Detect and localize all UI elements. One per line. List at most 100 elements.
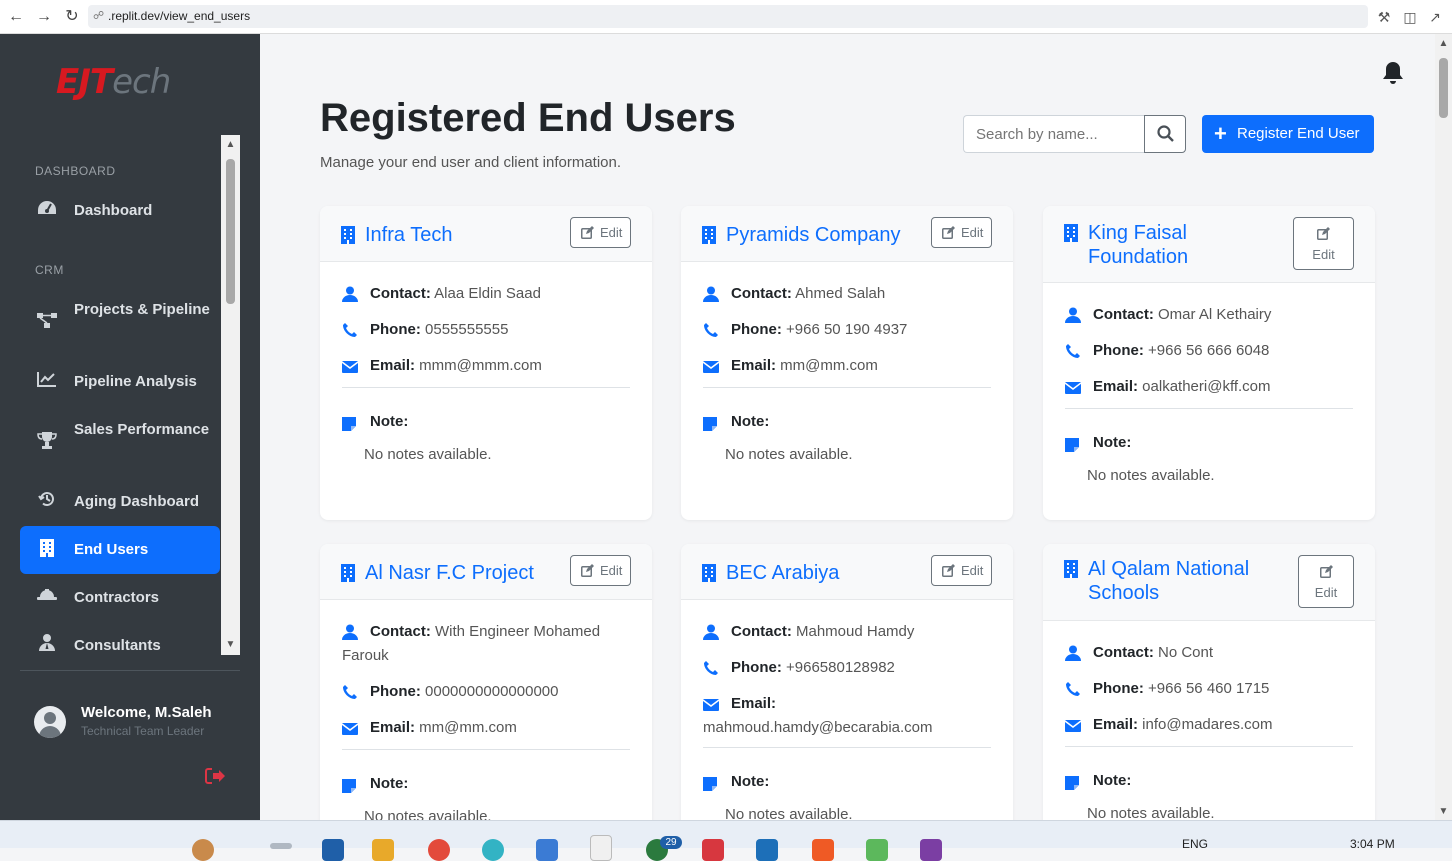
app-icon[interactable] [536, 839, 558, 861]
note-text: No notes available. [1087, 467, 1215, 484]
devices-icon[interactable]: ◫ [1400, 7, 1420, 27]
scroll-up-arrow-icon[interactable]: ▲ [224, 139, 237, 151]
page-title: Registered End Users [320, 96, 736, 140]
app-icon[interactable] [756, 839, 778, 861]
edit-button[interactable]: Edit [570, 555, 631, 586]
edit-button[interactable]: Edit [931, 217, 992, 248]
email-field-value[interactable]: info@madares.com [1138, 716, 1272, 733]
trophy-icon [36, 431, 58, 453]
app-icon[interactable] [428, 839, 450, 861]
scroll-up-arrow-icon[interactable]: ▲ [1437, 38, 1450, 50]
card-divider [342, 387, 630, 388]
phone-field-value[interactable]: +966 56 460 1715 [1144, 680, 1269, 697]
page-scroll-thumb[interactable] [1439, 58, 1448, 118]
card-title[interactable]: BEC Arabiya [726, 561, 926, 585]
url-text: .replit.dev/view_end_users [108, 9, 251, 23]
onenote-icon[interactable] [920, 839, 942, 861]
note-label: Note: [731, 413, 770, 430]
app-icon[interactable] [482, 839, 504, 861]
note-field: Note: [703, 410, 769, 434]
register-end-user-button[interactable]: + Register End User [1202, 115, 1374, 153]
sidebar-item-pipeline-analysis[interactable]: Pipeline Analysis [20, 366, 220, 398]
sidebar-item-consultants[interactable]: Consultants [20, 630, 220, 662]
end-user-card: Infra Tech Edit Contact: Alaa Eldin Saad Ph… [320, 206, 652, 520]
card-title[interactable]: Infra Tech [365, 223, 565, 247]
phone-field-value[interactable]: +966580128982 [782, 659, 895, 676]
edit-button[interactable]: Edit [570, 217, 631, 248]
edit-button[interactable]: Edit [1293, 217, 1354, 270]
chrome-icon[interactable] [590, 835, 612, 861]
page-subtitle: Manage your end user and client informat… [320, 154, 622, 171]
logout-icon[interactable] [205, 768, 225, 789]
email-field-value[interactable]: mahmoud.hamdy@becarabia.com [703, 719, 933, 736]
card-title[interactable]: King Faisal Foundation [1088, 221, 1288, 269]
acrobat-icon[interactable] [702, 839, 724, 861]
contact-field-label: Contact: [370, 285, 431, 302]
email-field-label: Email: [731, 695, 777, 712]
folder-icon[interactable] [372, 839, 394, 861]
scroll-down-arrow-icon[interactable]: ▼ [224, 639, 237, 651]
sidebar-item-label: Sales Performance [74, 421, 210, 438]
card-header: BEC Arabiya Edit [681, 544, 1013, 600]
note-label: Note: [370, 413, 409, 430]
history-icon [36, 490, 58, 512]
app-icon[interactable] [812, 839, 834, 861]
language-indicator[interactable]: ENG [1182, 837, 1208, 851]
app-icon[interactable] [322, 839, 344, 861]
email-field-value[interactable]: mmm@mmm.com [415, 357, 542, 374]
search-icon [1157, 125, 1174, 147]
note-label: Note: [1093, 434, 1132, 451]
reload-icon[interactable]: ↻ [62, 7, 82, 27]
contact-field: Contact: Mahmoud Hamdy [703, 620, 993, 644]
sidebar-item-contractors[interactable]: Contractors [20, 582, 220, 614]
app-icon[interactable] [270, 843, 292, 849]
avatar[interactable] [34, 706, 66, 738]
weather-icon[interactable] [192, 839, 214, 861]
edit-label: Edit [600, 225, 623, 240]
email-field-value[interactable]: mm@mm.com [776, 357, 878, 374]
page-scrollbar[interactable]: ▲ ▼ [1435, 34, 1452, 820]
sidebar-item-projects-pipeline[interactable]: Projects & Pipeline [20, 294, 220, 350]
sidebar-item-end-users[interactable]: End Users [20, 526, 220, 574]
scroll-down-arrow-icon[interactable]: ▼ [1437, 806, 1450, 818]
building-icon [1064, 560, 1078, 578]
search-input[interactable] [963, 115, 1145, 153]
phone-icon [703, 322, 719, 338]
phone-icon [703, 660, 719, 676]
address-bar[interactable]: ☍ .replit.dev/view_end_users [88, 5, 1368, 28]
contact-field: Contact: Omar Al Kethairy [1065, 303, 1355, 327]
sidebar-item-sales-performance[interactable]: Sales Performance [20, 414, 220, 470]
user-role: Technical Team Leader [81, 724, 205, 738]
wrench-icon[interactable]: ⚒ [1374, 7, 1394, 27]
sidebar-item-aging-dashboard[interactable]: Aging Dashboard [20, 486, 220, 518]
sidebar-item-dashboard[interactable]: Dashboard [20, 195, 220, 227]
user-icon [703, 624, 719, 640]
clock-time[interactable]: 3:04 PM [1350, 837, 1395, 851]
contact-field-label: Contact: [731, 285, 792, 302]
forward-icon[interactable]: → [34, 7, 54, 27]
card-title[interactable]: Pyramids Company [726, 223, 926, 247]
edit-button[interactable]: Edit [931, 555, 992, 586]
phone-field-value[interactable]: +966 56 666 6048 [1144, 342, 1269, 359]
sidebar-nav: DASHBOARD Dashboard CRM Projects & Pipel… [0, 134, 240, 664]
sidebar-scrollbar[interactable]: ▲ ▼ [221, 135, 240, 655]
bell-icon[interactable] [1381, 60, 1407, 86]
sidebar-scroll-thumb[interactable] [226, 159, 235, 304]
email-field-value[interactable]: mm@mm.com [415, 719, 517, 736]
sticky-note-icon [703, 775, 719, 791]
back-icon[interactable]: ← [6, 7, 26, 27]
phone-field-value[interactable]: 0000000000000000 [421, 683, 559, 700]
company-logo[interactable]: EJTech [56, 62, 171, 102]
search-button[interactable] [1144, 115, 1186, 153]
email-field-value[interactable]: oalkatheri@kff.com [1138, 378, 1270, 395]
sidebar-item-label: Projects & Pipeline [74, 301, 210, 318]
app-icon[interactable] [866, 839, 888, 861]
phone-field-value[interactable]: 0555555555 [421, 321, 508, 338]
card-title[interactable]: Al Qalam National Schools [1088, 557, 1288, 605]
browser-toolbar: ← → ↻ ☍ .replit.dev/view_end_users ⚒ ◫ ↗ [0, 0, 1452, 34]
phone-field-value[interactable]: +966 50 190 4937 [782, 321, 907, 338]
open-external-icon[interactable]: ↗ [1425, 7, 1445, 27]
edit-button[interactable]: Edit [1298, 555, 1354, 608]
card-title[interactable]: Al Nasr F.C Project [365, 561, 565, 585]
user-icon [342, 624, 358, 640]
